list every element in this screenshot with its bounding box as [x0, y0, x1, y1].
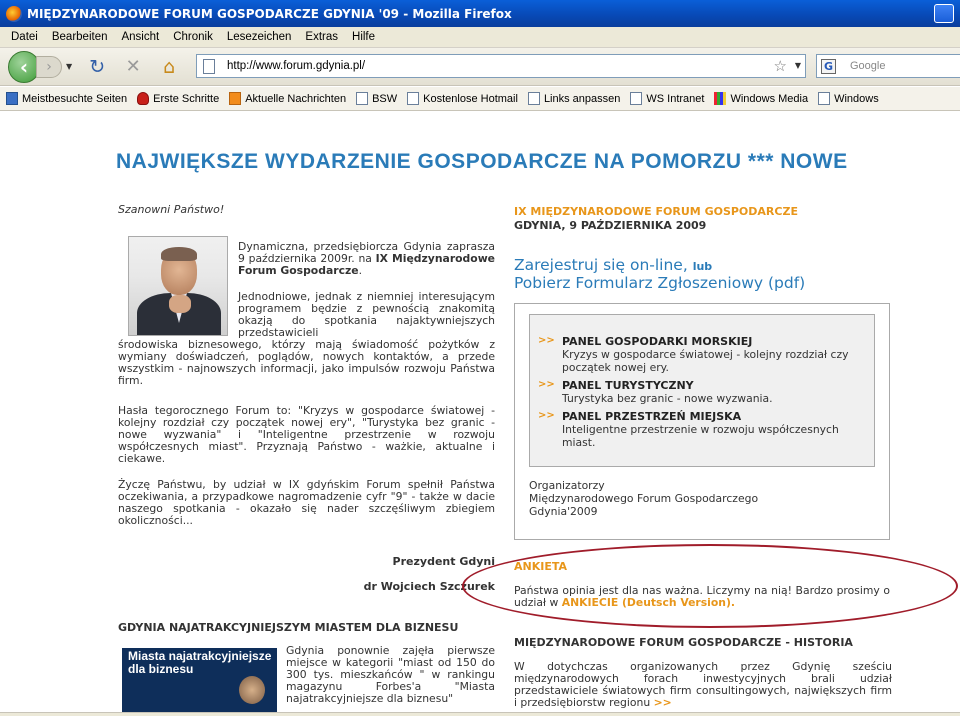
panel-bullet-icon: >>: [538, 410, 555, 421]
register-or: lub: [692, 260, 713, 273]
reload-icon[interactable]: ↻: [86, 56, 108, 78]
search-box[interactable]: G Google: [816, 54, 960, 78]
url-dropdown-icon[interactable]: ▼: [795, 61, 801, 70]
bookmark-windows-media[interactable]: Windows Media: [714, 92, 808, 105]
url-bar[interactable]: http://www.forum.gdynia.pl/ ☆ ▼: [196, 54, 806, 78]
bookmark-nachrichten[interactable]: Aktuelle Nachrichten: [229, 92, 346, 105]
status-bar: [0, 712, 960, 716]
gdynia-paragraph: Gdynia ponownie zajęła pierwsze miejsce …: [286, 644, 495, 705]
forward-arrow-icon: ›: [46, 58, 52, 75]
panel-desc: Kryzys w gospodarce światowej - kolejny …: [562, 348, 849, 374]
bookmark-windows[interactable]: Windows: [818, 92, 879, 105]
windows-media-icon: [714, 92, 727, 105]
google-search-engine-icon[interactable]: G: [821, 58, 836, 74]
menu-bar: Datei Bearbeiten Ansicht Chronik Lesezei…: [0, 27, 960, 48]
page-icon: [407, 92, 420, 105]
portrait-hair: [161, 247, 197, 261]
event-title: IX MIĘDZYNARODOWE FORUM GOSPODARCZE: [514, 205, 798, 218]
signature-title: Prezydent Gdyni: [392, 555, 495, 568]
menu-datei[interactable]: Datei: [11, 31, 38, 43]
firefox-bookmark-icon: [137, 92, 150, 105]
register-online-link[interactable]: Zarejestruj się on-line, lub: [514, 256, 712, 274]
bookmarks-toolbar: Meistbesuchte Seiten Erste Schritte Aktu…: [0, 87, 960, 111]
panel-title[interactable]: PANEL GOSPODARKI MORSKIEJ: [562, 335, 752, 348]
bookmark-intranet[interactable]: WS Intranet: [630, 92, 704, 105]
greeting: Szanowni Państwo!: [118, 203, 225, 216]
bookmark-folder-icon: [6, 92, 18, 105]
history-heading: MIĘDZYNARODOWE FORUM GOSPODARCZE - HISTO…: [514, 636, 853, 649]
window-title: MIĘDZYNARODOWE FORUM GOSPODARCZE GDYNIA …: [27, 6, 512, 21]
highlight-ellipse: [462, 544, 958, 628]
forward-button[interactable]: ›: [36, 55, 62, 78]
organizers: Organizatorzy Międzynarodowego Forum Gos…: [529, 479, 759, 518]
page-icon: [818, 92, 831, 105]
stop-icon[interactable]: ✕: [122, 56, 144, 77]
firefox-logo-icon: [6, 5, 22, 22]
bookmark-star-icon[interactable]: ☆: [774, 57, 787, 75]
gdynia-heading: GDYNIA NAJATRAKCYJNIEJSZYM MIASTEM DLA B…: [118, 621, 459, 634]
menu-lesezeichen[interactable]: Lesezeichen: [227, 31, 292, 43]
panel-title[interactable]: PANEL TURYSTYCZNY: [562, 379, 694, 392]
window-control-button[interactable]: [934, 4, 954, 23]
panel-title[interactable]: PANEL PRZESTRZEŃ MIEJSKA: [562, 410, 741, 423]
history-more-link[interactable]: >>: [654, 696, 672, 709]
panel-desc: Inteligentne przestrzenie w rozwoju wspó…: [562, 423, 839, 449]
bookmark-links-anpassen[interactable]: Links anpassen: [527, 92, 620, 105]
panels-list: >> PANEL GOSPODARKI MORSKIEJ Kryzys w go…: [529, 314, 875, 467]
intro-paragraph-4: Życzę Państwu, by udział w IX gdyńskim F…: [118, 478, 495, 527]
event-date: GDYNIA, 9 PAŹDZIERNIKA 2009: [514, 219, 707, 232]
page-icon: [630, 92, 643, 105]
intro-paragraph-3: Hasła tegorocznego Forum to: "Kryzys w g…: [118, 404, 495, 465]
forbes-ranking-image[interactable]: Miasta najatrakcyjniejsze dla biznesu: [122, 648, 277, 712]
home-icon[interactable]: ⌂: [158, 56, 180, 78]
history-paragraph: W dotychczas organizowanych przez Gdynię…: [514, 660, 892, 709]
rss-icon: [229, 92, 242, 105]
url-text[interactable]: http://www.forum.gdynia.pl/: [227, 60, 365, 72]
menu-chronik[interactable]: Chronik: [173, 31, 213, 43]
page-icon: [203, 58, 215, 74]
forbes-ranking-label: Miasta najatrakcyjniejsze dla biznesu: [128, 649, 272, 676]
person-photo: [239, 676, 265, 704]
menu-extras[interactable]: Extras: [305, 31, 338, 43]
panel-bullet-icon: >>: [538, 379, 555, 390]
intro-paragraph-2: Jednodniowe, jednak z niemniej interesuj…: [118, 290, 495, 387]
back-arrow-icon: ‹: [19, 54, 29, 79]
download-form-link[interactable]: Pobierz Formularz Zgłoszeniowy (pdf): [514, 274, 805, 292]
menu-bearbeiten[interactable]: Bearbeiten: [52, 31, 108, 43]
menu-ansicht[interactable]: Ansicht: [121, 31, 159, 43]
panel-bullet-icon: >>: [538, 335, 555, 346]
page-icon: [356, 92, 369, 105]
intro-paragraph-1: Dynamiczna, przedsiębiorcza Gdynia zapra…: [238, 240, 496, 277]
bookmark-hotmail[interactable]: Kostenlose Hotmail: [407, 92, 518, 105]
page-banner: NAJWIĘKSZE WYDARZENIE GOSPODARCZE NA POM…: [116, 150, 848, 173]
bookmark-erste-schritte[interactable]: Erste Schritte: [137, 92, 219, 105]
bookmark-meistbesuchte[interactable]: Meistbesuchte Seiten: [6, 92, 127, 105]
bookmark-bsw[interactable]: BSW: [356, 92, 397, 105]
window-titlebar: MIĘDZYNARODOWE FORUM GOSPODARCZE GDYNIA …: [0, 0, 960, 27]
search-placeholder: Google: [850, 60, 886, 72]
panel-desc: Turystyka bez granic - nowe wyzwania.: [562, 392, 773, 405]
history-dropdown-icon[interactable]: ▼: [66, 62, 72, 71]
menu-hilfe[interactable]: Hilfe: [352, 31, 375, 43]
panels-box: >> PANEL GOSPODARKI MORSKIEJ Kryzys w go…: [514, 303, 890, 540]
page-icon: [527, 92, 540, 105]
navigation-toolbar: ‹ › ▼ ↻ ✕ ⌂ http://www.forum.gdynia.pl/ …: [0, 48, 960, 86]
